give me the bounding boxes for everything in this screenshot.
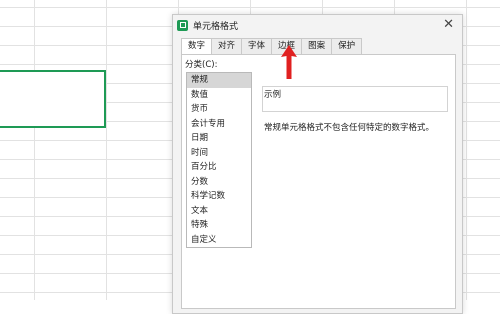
category-item-currency[interactable]: 货币 — [187, 102, 251, 117]
category-item-general[interactable]: 常规 — [187, 73, 251, 88]
spreadsheet-app-icon — [177, 19, 188, 31]
category-label: 分类(C): — [185, 60, 218, 70]
category-list[interactable]: 常规 数值 货币 会计专用 日期 时间 百分比 分数 科学记数 文本 特殊 自定… — [186, 72, 252, 248]
category-item-special[interactable]: 特殊 — [187, 218, 251, 233]
tab-pattern[interactable]: 图案 — [301, 38, 333, 54]
tab-protection[interactable]: 保护 — [331, 38, 363, 54]
category-item-percentage[interactable]: 百分比 — [187, 160, 251, 175]
category-item-scientific[interactable]: 科学记数 — [187, 189, 251, 204]
sample-label: 示例 — [264, 90, 282, 100]
selected-cell-range[interactable] — [0, 70, 106, 128]
category-item-accounting[interactable]: 会计专用 — [187, 117, 251, 132]
category-item-number[interactable]: 数值 — [187, 88, 251, 103]
dialog-titlebar: 单元格格式 — [173, 15, 462, 35]
category-item-custom[interactable]: 自定义 — [187, 233, 251, 248]
tab-alignment[interactable]: 对齐 — [211, 38, 243, 54]
dialog-title: 单元格格式 — [193, 21, 239, 32]
category-item-time[interactable]: 时间 — [187, 146, 251, 161]
sample-box — [262, 86, 448, 112]
category-item-fraction[interactable]: 分数 — [187, 175, 251, 190]
tab-font[interactable]: 字体 — [241, 38, 273, 54]
number-tab-panel: 分类(C): 常规 数值 货币 会计专用 日期 时间 百分比 分数 科学记数 文… — [181, 54, 456, 309]
format-description: 常规单元格格式不包含任何特定的数字格式。 — [264, 123, 435, 133]
format-cells-dialog: 单元格格式 ✕ 数字 对齐 字体 边框 图案 保护 分类(C): 常规 数值 货… — [172, 14, 463, 314]
annotation-arrow-icon — [281, 45, 297, 79]
close-icon[interactable]: ✕ — [443, 17, 454, 32]
tab-number[interactable]: 数字 — [181, 38, 213, 55]
category-item-text[interactable]: 文本 — [187, 204, 251, 219]
category-item-date[interactable]: 日期 — [187, 131, 251, 146]
tab-bar: 数字 对齐 字体 边框 图案 保护 — [181, 38, 363, 55]
